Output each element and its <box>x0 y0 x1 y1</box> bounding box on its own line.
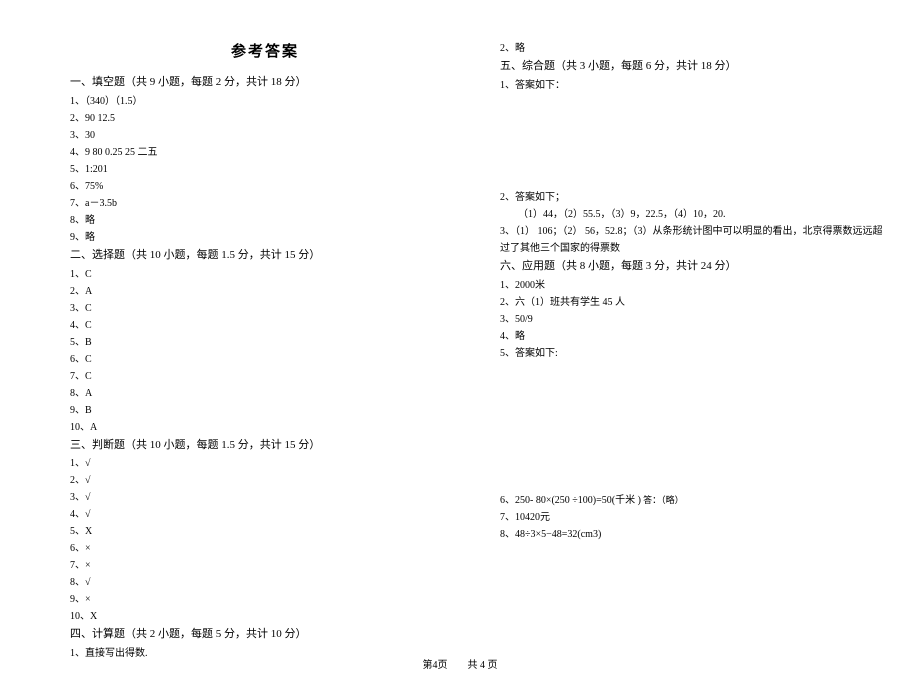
s2-item: 6、C <box>70 351 460 368</box>
s1-item: 4、9 80 0.25 25 二五 <box>70 144 460 161</box>
s2-item: 5、B <box>70 334 460 351</box>
page-container: 参考答案 一、填空题（共 9 小题，每题 2 分，共计 18 分） 1、（340… <box>0 0 920 682</box>
right-column: 2、略 五、综合题（共 3 小题，每题 6 分，共计 18 分） 1、答案如下：… <box>500 40 890 662</box>
section6-header: 六、应用题（共 8 小题，每题 3 分，共计 24 分） <box>500 257 890 277</box>
s2-item: 8、A <box>70 385 460 402</box>
s5-item2-header: 2、答案如下； <box>500 189 890 206</box>
s3-item: 1、√ <box>70 455 460 472</box>
s6-item: 1、2000米 <box>500 277 890 294</box>
s6-item6-note: 答：（略） <box>641 495 684 505</box>
s6-item: 8、48÷3×5−48=32(cm3) <box>500 526 890 543</box>
s5-item: 1、答案如下： <box>500 77 890 94</box>
s2-item: 2、A <box>70 283 460 300</box>
blank-spacer <box>500 362 890 492</box>
document-title: 参考答案 <box>70 40 460 61</box>
s6-item: 2、六（1）班共有学生 45 人 <box>500 294 890 311</box>
section2-header: 二、选择题（共 10 小题，每题 1.5 分，共计 15 分） <box>70 246 460 266</box>
s2-item: 1、C <box>70 266 460 283</box>
s2-item: 7、C <box>70 368 460 385</box>
s2-item: 10、A <box>70 419 460 436</box>
s1-item: 7、a－3.5b <box>70 195 460 212</box>
s1-item: 9、略 <box>70 229 460 246</box>
s6-item: 4、略 <box>500 328 890 345</box>
s1-item: 3、30 <box>70 127 460 144</box>
s1-item: 2、90 12.5 <box>70 110 460 127</box>
s3-item: 6、× <box>70 540 460 557</box>
section4-header: 四、计算题（共 2 小题，每题 5 分，共计 10 分） <box>70 625 460 645</box>
blank-spacer <box>500 94 890 189</box>
s3-item: 10、X <box>70 608 460 625</box>
s6-item: 3、50/9 <box>500 311 890 328</box>
s1-item: 8、略 <box>70 212 460 229</box>
s1-item: 1、（340）（1.5） <box>70 93 460 110</box>
s5-item3: 3、（1） 106；（2） 56，52.8；（3）从条形统计图中可以明显的看出，… <box>500 223 890 257</box>
s3-item: 5、X <box>70 523 460 540</box>
section5-header: 五、综合题（共 3 小题，每题 6 分，共计 18 分） <box>500 57 890 77</box>
s3-item: 8、√ <box>70 574 460 591</box>
s2-item: 3、C <box>70 300 460 317</box>
s1-item: 5、1:201 <box>70 161 460 178</box>
s2-item: 9、B <box>70 402 460 419</box>
s6-item6-main: 6、250- 80×(250 ÷100)=50(千米 ) <box>500 495 641 506</box>
s6-item6: 6、250- 80×(250 ÷100)=50(千米 ) 答：（略） <box>500 492 890 509</box>
s6-item: 5、答案如下: <box>500 345 890 362</box>
s2-item: 4、C <box>70 317 460 334</box>
s1-item: 6、75% <box>70 178 460 195</box>
s3-item: 7、× <box>70 557 460 574</box>
page-footer: 第4页 共 4 页 <box>0 656 920 671</box>
section1-header: 一、填空题（共 9 小题，每题 2 分，共计 18 分） <box>70 73 460 93</box>
s3-item: 3、√ <box>70 489 460 506</box>
s5-item2-detail: （1）44，（2）55.5，（3）9，22.5，（4）10，20. <box>500 206 890 223</box>
section3-header: 三、判断题（共 10 小题，每题 1.5 分，共计 15 分） <box>70 436 460 456</box>
pre-section-item: 2、略 <box>500 40 890 57</box>
left-column: 参考答案 一、填空题（共 9 小题，每题 2 分，共计 18 分） 1、（340… <box>70 40 460 662</box>
s3-item: 9、× <box>70 591 460 608</box>
s3-item: 4、√ <box>70 506 460 523</box>
s3-item: 2、√ <box>70 472 460 489</box>
s6-item: 7、10420元 <box>500 509 890 526</box>
